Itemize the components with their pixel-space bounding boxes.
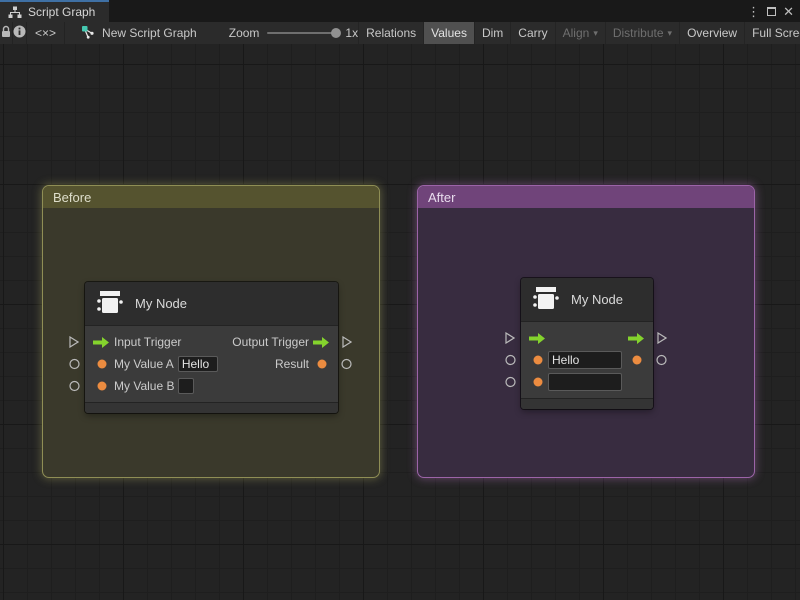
tab-bar: Script Graph ⋮ ✕ [0,0,800,22]
graph-toolbar: <×> New Script Graph Zoom 1x Relations V… [0,22,800,44]
value-b-row [521,371,653,393]
external-value-connector[interactable] [341,359,352,370]
node-header[interactable]: My Node [85,282,338,326]
window-controls: ⋮ ✕ [747,0,800,22]
align-dropdown[interactable]: Align ▾ [555,22,605,44]
info-icon [13,25,26,41]
script-graph-asset-icon [81,25,95,42]
chevron-down-icon: ▾ [593,28,598,39]
tab-title: Script Graph [28,5,95,19]
align-label: Align [563,26,590,40]
port-label: Input Trigger [114,335,181,349]
node-body [521,322,653,398]
external-flow-connector[interactable] [657,332,667,344]
flow-arrow-icon[interactable] [529,333,546,344]
unit-icon [531,283,561,316]
value-a-port[interactable] [529,351,622,369]
value-a-port[interactable]: My Value A [93,356,218,372]
node-my-node-before[interactable]: My Node Input Trigger Output Trigger [85,282,338,413]
external-value-connector[interactable] [505,355,516,366]
external-value-connector[interactable] [69,359,80,370]
value-a-row [521,349,653,371]
distribute-dropdown[interactable]: Distribute ▾ [605,22,679,44]
graph-name: New Script Graph [102,26,197,40]
value-port-icon [313,359,330,369]
script-graph-window: Script Graph ⋮ ✕ [0,0,800,600]
group-after-header[interactable]: After [418,186,754,208]
values-button[interactable]: Values [423,22,474,44]
external-value-connector[interactable] [656,355,667,366]
node-footer [85,402,338,413]
carry-button[interactable]: Carry [510,22,554,44]
port-label: My Value A [114,357,174,371]
toolbar-actions: Relations Values Dim Carry Align ▾ Distr… [358,22,800,44]
external-flow-connector[interactable] [505,332,515,344]
value-b-row: My Value B [85,375,338,397]
external-value-connector[interactable] [505,377,516,388]
zoom-slider-handle[interactable] [331,28,341,38]
trigger-row [521,327,653,349]
value-a-row: My Value A Result [85,353,338,375]
value-b-field[interactable] [178,378,194,394]
edit-source-button[interactable]: <×> [27,22,65,44]
relations-button[interactable]: Relations [358,22,423,44]
inspector-button[interactable] [13,22,27,44]
node-header[interactable]: My Node [521,278,653,322]
group-title: After [428,190,455,205]
code-icon: <×> [35,26,56,40]
external-flow-connector[interactable] [342,336,352,348]
zoom-label: Zoom [229,26,260,40]
lock-icon [0,25,12,41]
port-label: Output Trigger [232,335,309,349]
node-title: My Node [571,292,623,307]
overview-button[interactable]: Overview [679,22,744,44]
value-port-icon [93,381,110,391]
kebab-menu-icon[interactable]: ⋮ [747,5,760,18]
zoom-value: 1x [345,26,358,40]
dim-button[interactable]: Dim [474,22,510,44]
node-title: My Node [135,296,187,311]
node-footer [521,398,653,409]
group-before-header[interactable]: Before [43,186,379,208]
flow-arrow-icon[interactable] [628,333,645,344]
value-a-field[interactable] [548,351,622,369]
value-port-icon[interactable] [628,355,645,365]
fullscreen-button[interactable]: Full Screen [744,22,800,44]
port-label: My Value B [114,379,174,393]
maximize-icon[interactable] [767,7,776,16]
input-trigger-port[interactable]: Input Trigger [93,335,185,349]
value-port-icon [529,377,546,387]
graph-asset[interactable]: New Script Graph [65,22,207,44]
unit-icon [95,287,125,320]
zoom-control: Zoom 1x [229,22,358,44]
lock-button[interactable] [0,22,13,44]
external-value-connector[interactable] [69,381,80,392]
graph-canvas[interactable]: Before After My Nod [0,44,800,600]
flow-arrow-icon [93,337,110,348]
chevron-down-icon: ▾ [668,28,673,39]
value-port-icon [93,359,110,369]
tab-script-graph[interactable]: Script Graph [0,0,109,22]
output-trigger-port[interactable]: Output Trigger [228,335,330,349]
value-b-port[interactable]: My Value B [93,378,194,394]
trigger-row: Input Trigger Output Trigger [85,331,338,353]
value-b-field[interactable] [548,373,622,391]
graph-hierarchy-icon [8,6,22,19]
group-title: Before [53,190,91,205]
zoom-slider[interactable] [267,32,337,34]
node-my-node-after[interactable]: My Node [521,278,653,409]
port-label: Result [275,357,309,371]
node-body: Input Trigger Output Trigger [85,326,338,402]
flow-arrow-icon [313,337,330,348]
external-flow-connector[interactable] [69,336,79,348]
result-port[interactable]: Result [271,357,330,371]
distribute-label: Distribute [613,26,664,40]
value-port-icon [529,355,546,365]
close-icon[interactable]: ✕ [783,5,794,18]
value-b-port[interactable] [529,373,622,391]
value-a-field[interactable] [178,356,218,372]
